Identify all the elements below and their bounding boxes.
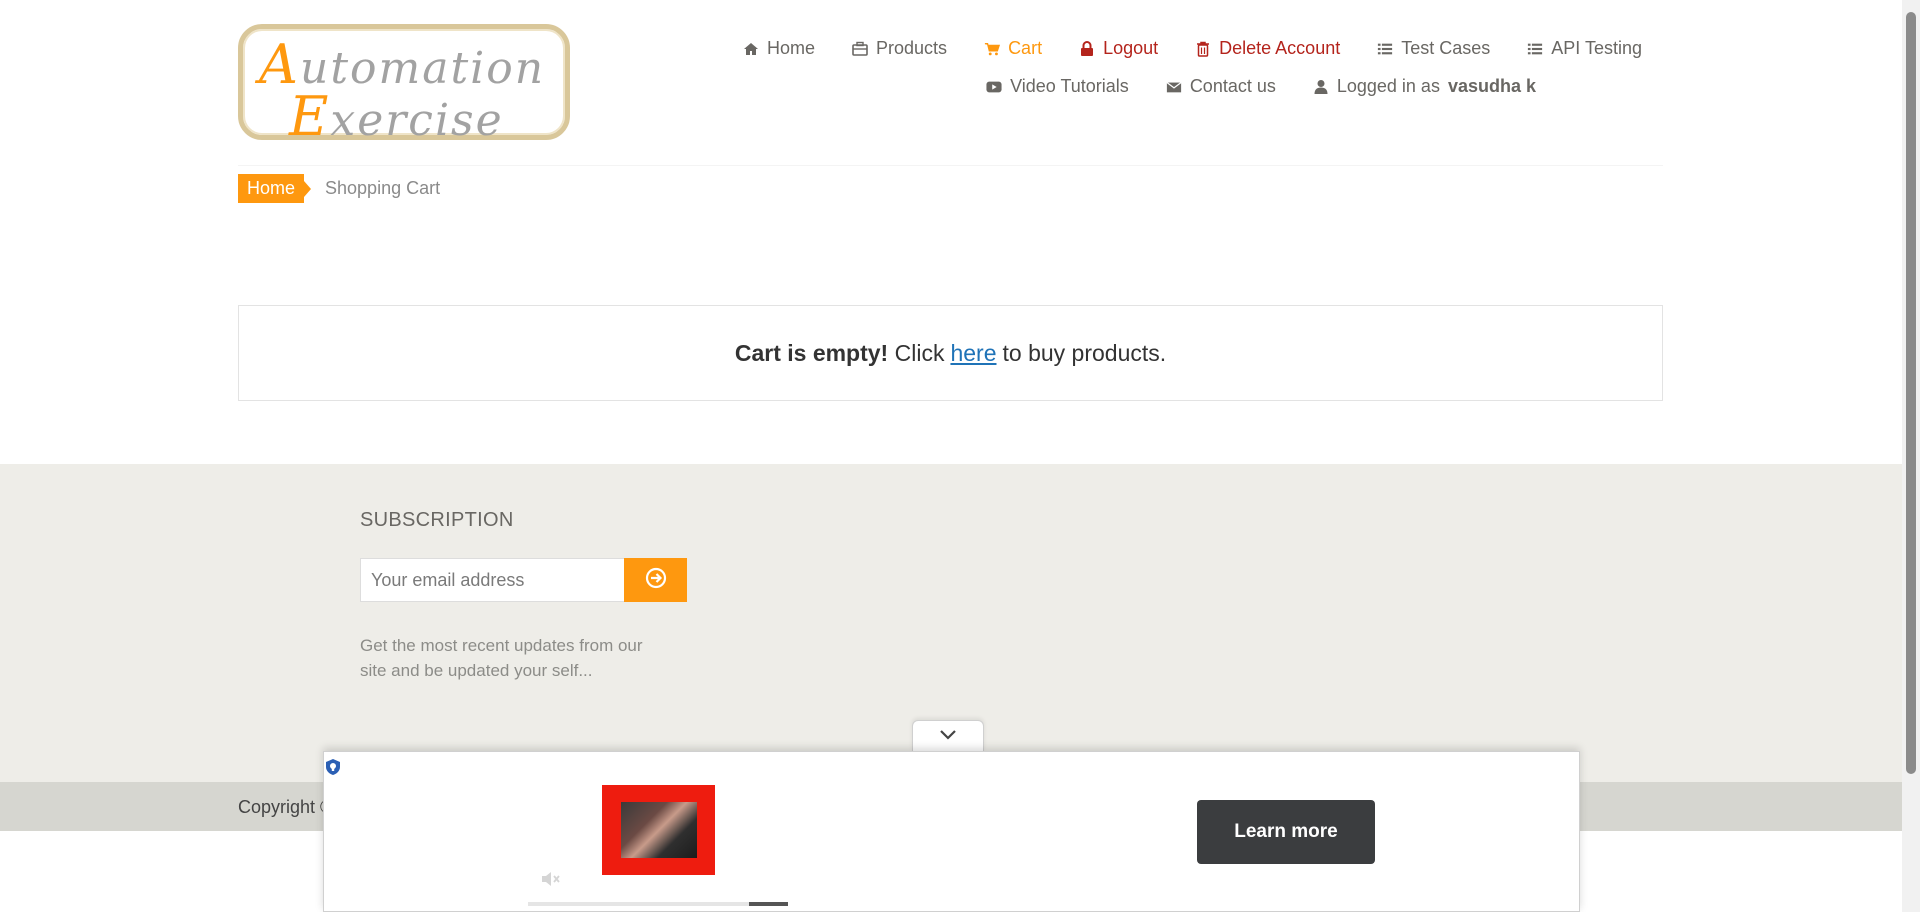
nav-home-label: Home — [767, 38, 816, 58]
empty-cart-heading: Cart is empty! — [734, 339, 889, 366]
scrollbar-thumb[interactable] — [1906, 12, 1916, 774]
youtube-icon — [986, 79, 1002, 95]
secondary-nav: Video Tutorials Contact us Logged in as … — [949, 76, 1536, 97]
breadcrumb-home-link[interactable]: Home — [238, 174, 312, 203]
nav-api-testing[interactable]: API Testing — [1527, 38, 1642, 59]
ad-video-frame — [620, 802, 697, 858]
nav-contact-us-label: Contact us — [1189, 76, 1276, 96]
subscription-title: SUBSCRIPTION — [360, 509, 514, 531]
chevron-down-icon — [939, 728, 957, 746]
nav-home[interactable]: Home — [743, 38, 815, 59]
nav-logged-in-as: Logged in as vasudha k — [1313, 76, 1536, 97]
ad-learn-more-button[interactable]: Learn more — [1197, 800, 1375, 864]
nav-products-label: Products — [876, 38, 948, 58]
logo-cap-e: E — [289, 85, 331, 148]
breadcrumb-current: Shopping Cart — [325, 178, 441, 198]
ad-privacy-shield-icon[interactable] — [324, 758, 342, 776]
nav-logout-label: Logout — [1103, 38, 1159, 58]
subscribe-button[interactable] — [624, 558, 687, 602]
logo-text-exercise: xercise — [330, 95, 504, 146]
muted-speaker-icon[interactable] — [539, 868, 561, 890]
logged-in-prefix: Logged in as — [1336, 76, 1440, 96]
nav-products[interactable]: Products — [852, 38, 947, 59]
logged-in-username: vasudha k — [1447, 76, 1536, 96]
user-icon — [1313, 79, 1329, 95]
home-icon — [743, 41, 759, 57]
envelope-icon — [1166, 79, 1182, 95]
list-icon — [1527, 41, 1543, 57]
logo-line-2: Exercise — [289, 85, 504, 148]
empty-cart-click: Click — [894, 339, 945, 366]
nav-cart[interactable]: Cart — [984, 38, 1042, 59]
lock-icon — [1079, 40, 1095, 57]
ad-banner — [323, 751, 1580, 912]
arrow-circle-right-icon — [645, 567, 667, 594]
main-nav: Home Products Cart Logout Delete Account… — [706, 38, 1642, 59]
cart-icon — [984, 41, 1001, 57]
empty-cart-message: Cart is empty! Click here to buy products. — [238, 305, 1663, 401]
breadcrumb: Home Shopping Cart — [238, 174, 440, 203]
list-icon — [1377, 41, 1393, 57]
nav-delete-account-label: Delete Account — [1219, 38, 1341, 58]
ad-video-thumbnail[interactable] — [602, 785, 715, 875]
briefcase-icon — [852, 41, 868, 57]
nav-test-cases[interactable]: Test Cases — [1377, 38, 1490, 59]
nav-test-cases-label: Test Cases — [1401, 38, 1491, 58]
buy-products-link[interactable]: here — [950, 340, 996, 367]
ad-progress-fill — [749, 902, 788, 906]
header-divider — [238, 165, 1663, 166]
trash-icon — [1195, 41, 1211, 57]
nav-contact-us[interactable]: Contact us — [1166, 76, 1276, 97]
nav-cart-label: Cart — [1008, 38, 1043, 58]
copyright-text: Copyright © — [238, 797, 334, 817]
nav-video-tutorials-label: Video Tutorials — [1010, 76, 1129, 96]
subscription-description: Get the most recent updates from our sit… — [360, 636, 643, 680]
nav-delete-account[interactable]: Delete Account — [1195, 38, 1340, 59]
subscription-email-input[interactable] — [360, 558, 625, 602]
ad-collapse-button[interactable] — [912, 720, 984, 752]
nav-logout[interactable]: Logout — [1079, 38, 1158, 59]
nav-api-testing-label: API Testing — [1551, 38, 1642, 58]
site-logo[interactable]: Automation Exercise — [238, 24, 570, 148]
nav-video-tutorials[interactable]: Video Tutorials — [986, 76, 1129, 97]
empty-cart-suffix: to buy products. — [1002, 339, 1167, 366]
